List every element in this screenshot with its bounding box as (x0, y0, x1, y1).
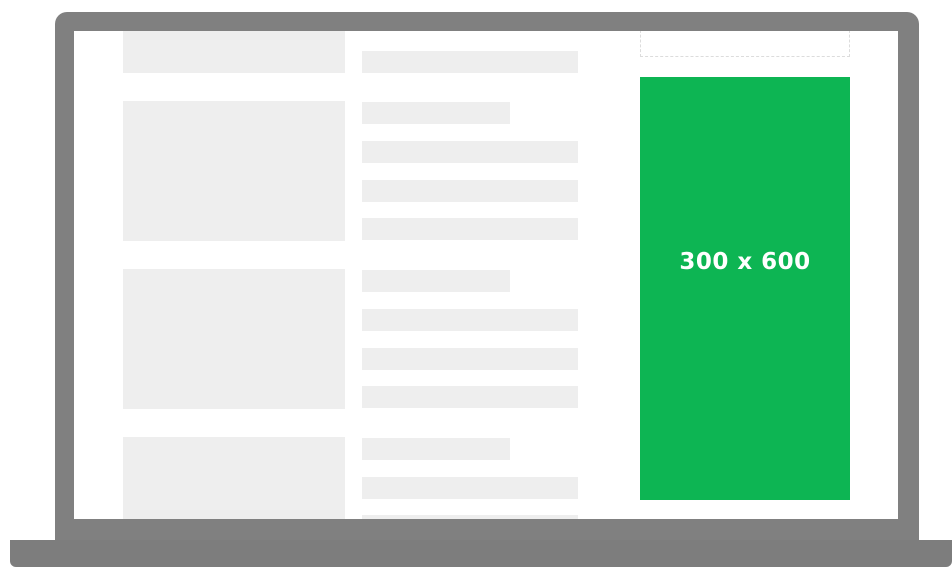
laptop-base (10, 540, 952, 567)
text-line-placeholder (362, 477, 578, 499)
text-line-placeholder (362, 386, 578, 408)
headline-placeholder (362, 270, 510, 292)
illustration: 300 x 600 (0, 0, 952, 567)
text-line-placeholder (362, 515, 578, 519)
text-line-placeholder (362, 348, 578, 370)
text-line-placeholder (362, 51, 578, 73)
headline-placeholder (362, 102, 510, 124)
article-image-placeholder (123, 31, 345, 73)
text-line-placeholder (362, 141, 578, 163)
laptop-screen: 300 x 600 (74, 31, 898, 519)
article-image-placeholder (123, 437, 345, 519)
text-line-placeholder (362, 180, 578, 202)
headline-placeholder (362, 438, 510, 460)
text-line-placeholder (362, 218, 578, 240)
article-image-placeholder (123, 101, 345, 241)
ad-slot-outline (640, 31, 850, 57)
text-line-placeholder (362, 309, 578, 331)
laptop-lid: 300 x 600 (55, 12, 919, 542)
ad-size-label: 300 x 600 (679, 248, 811, 275)
article-image-placeholder (123, 269, 345, 409)
ad-banner-300x600: 300 x 600 (640, 77, 850, 500)
